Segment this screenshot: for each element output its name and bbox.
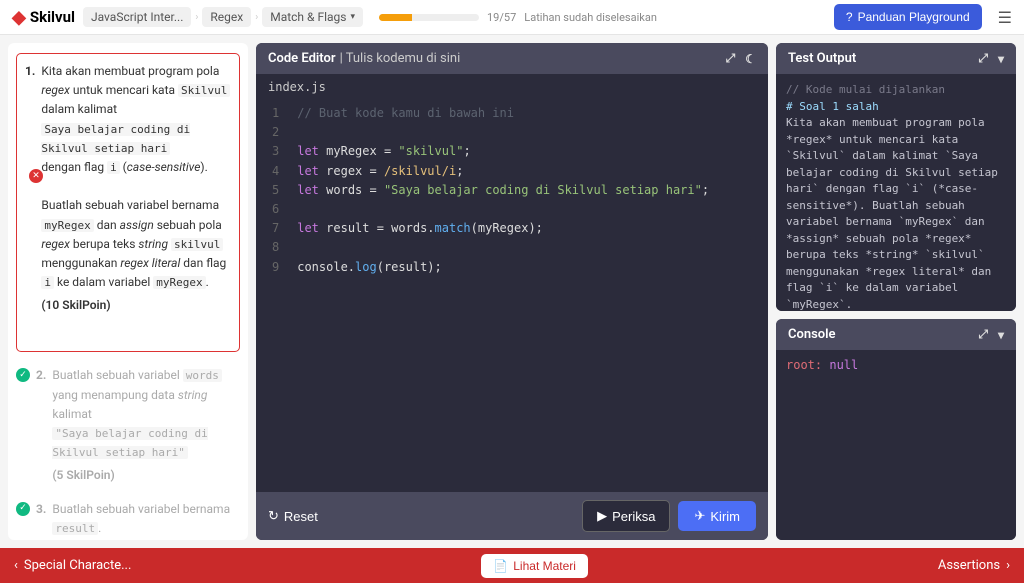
logo-text: Skilvul <box>30 8 75 26</box>
console-title: Console <box>788 327 836 342</box>
task-points: (5 SkilPoin) <box>52 466 240 485</box>
task-item-3: ✓ 3. Buatlah sebuah variabel bernama res… <box>16 500 240 540</box>
breadcrumb: JavaScript Inter... › Regex › Match & Fl… <box>83 7 363 27</box>
logo[interactable]: ◆ Skilvul <box>12 7 75 28</box>
chevron-down-icon[interactable]: ▾ <box>998 328 1004 342</box>
chevron-down-icon[interactable]: ▾ <box>998 52 1004 66</box>
next-lesson-button[interactable]: Assertions › <box>938 558 1010 573</box>
editor-subtitle: | Tulis kodemu di sini <box>340 51 461 66</box>
chevron-right-icon: › <box>255 12 258 23</box>
task-item-2: ✓ 2. Buatlah sebuah variabel words yang … <box>16 366 240 485</box>
main-content: 1. Kita akan membuat program pola regex … <box>0 35 1024 548</box>
expand-icon[interactable]: ⤢ <box>978 327 988 342</box>
expand-icon[interactable]: ⤢ <box>978 51 988 66</box>
theme-icon[interactable]: ☾ <box>745 52 756 66</box>
editor-header: Code Editor | Tulis kodemu di sini ⤢ ☾ <box>256 43 768 74</box>
task-description: Buatlah sebuah variabel bernama result. … <box>52 500 240 540</box>
send-icon: ✈ <box>694 508 705 524</box>
task-number: 1. <box>25 62 35 315</box>
pass-icon: ✓ <box>16 502 30 516</box>
progress-count: 19/57 <box>487 11 516 24</box>
code-editor-column: Code Editor | Tulis kodemu di sini ⤢ ☾ i… <box>256 43 768 540</box>
pass-icon: ✓ <box>16 368 30 382</box>
question-icon: ? <box>846 10 853 24</box>
output-title: Test Output <box>788 51 856 66</box>
task-points: (10 SkilPoin) <box>41 296 231 315</box>
check-button[interactable]: ▶ Periksa <box>582 500 670 532</box>
editor-area: Code Editor | Tulis kodemu di sini ⤢ ☾ i… <box>256 43 1016 540</box>
bc-course[interactable]: JavaScript Inter... <box>83 7 191 27</box>
console-panel: Console ⤢ ▾ root: null <box>776 319 1016 540</box>
document-icon: 📄 <box>493 559 508 573</box>
refresh-icon: ↻ <box>268 508 279 524</box>
code-editor-panel: Code Editor | Tulis kodemu di sini ⤢ ☾ i… <box>256 43 768 540</box>
code-editor[interactable]: 123456789 // Buat kode kamu di bawah ini… <box>256 100 768 492</box>
console-header: Console ⤢ ▾ <box>776 319 1016 350</box>
submit-button[interactable]: ✈ Kirim <box>678 501 756 531</box>
app-header: ◆ Skilvul JavaScript Inter... › Regex › … <box>0 0 1024 35</box>
progress-status: Latihan sudah diselesaikan <box>524 11 657 24</box>
bc-lesson[interactable]: Match & Flags ▾ <box>262 7 363 27</box>
task-item-1: 1. Kita akan membuat program pola regex … <box>16 53 240 352</box>
code-content[interactable]: // Buat kode kamu di bawah ini let myReg… <box>289 100 717 492</box>
guide-button[interactable]: ? Panduan Playground <box>834 4 982 30</box>
progress: 19/57 Latihan sudah diselesaikan <box>379 11 657 24</box>
chevron-down-icon: ▾ <box>350 12 355 22</box>
task-list: 1. Kita akan membuat program pola regex … <box>8 43 248 540</box>
task-description: Buatlah sebuah variabel words yang menam… <box>52 366 240 485</box>
chevron-right-icon: › <box>195 12 198 23</box>
prev-lesson-button[interactable]: ‹ Special Characte... <box>14 558 131 573</box>
chevron-right-icon: › <box>1006 558 1010 573</box>
bc-section[interactable]: Regex <box>202 7 251 27</box>
progress-bar <box>379 14 479 21</box>
file-tab[interactable]: index.js <box>256 74 768 100</box>
view-material-button[interactable]: 📄 Lihat Materi <box>481 554 588 578</box>
console-body[interactable]: root: null <box>776 350 1016 540</box>
bottom-nav: ‹ Special Characte... 📄 Lihat Materi Ass… <box>0 548 1024 583</box>
output-header: Test Output ⤢ ▾ <box>776 43 1016 74</box>
reset-button[interactable]: ↻ Reset <box>268 508 318 524</box>
logo-icon: ◆ <box>12 7 26 28</box>
test-output-panel: Test Output ⤢ ▾ // Kode mulai dijalankan… <box>776 43 1016 311</box>
output-body[interactable]: // Kode mulai dijalankan # Soal 1 salah … <box>776 74 1016 311</box>
editor-footer: ↻ Reset ▶ Periksa ✈ Kirim <box>256 492 768 540</box>
menu-icon[interactable]: ☰ <box>998 8 1012 27</box>
task-number: 2. <box>36 366 46 485</box>
chevron-left-icon: ‹ <box>14 558 18 573</box>
play-icon: ▶ <box>597 508 607 524</box>
task-number: 3. <box>36 500 46 540</box>
line-gutter: 123456789 <box>256 100 289 492</box>
task-description: Kita akan membuat program pola regex unt… <box>41 62 231 315</box>
expand-icon[interactable]: ⤢ <box>726 51 736 66</box>
editor-title: Code Editor <box>268 51 336 66</box>
output-column: Test Output ⤢ ▾ // Kode mulai dijalankan… <box>776 43 1016 540</box>
